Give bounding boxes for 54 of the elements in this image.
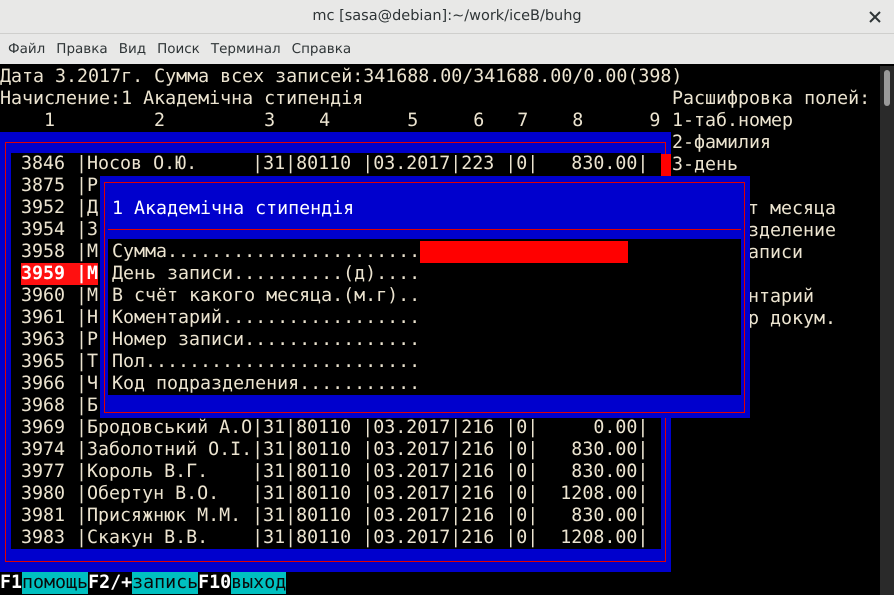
legend-line: нтарий: [748, 286, 814, 308]
scrollbar-thumb[interactable]: [884, 70, 890, 106]
menu-item[interactable]: Вид: [114, 38, 152, 60]
table-row[interactable]: 3959 |М: [21, 263, 98, 285]
dialog-title: 1 Академічна стипендія: [111, 198, 354, 220]
table-row[interactable]: 3875 |Р: [21, 175, 98, 197]
field-label: Номер записи................: [112, 329, 420, 351]
input-field[interactable]: [420, 241, 628, 263]
key-action[interactable]: помощь: [22, 572, 88, 594]
field-label: В счёт какого месяца.(м.г)..: [112, 285, 420, 307]
scrollbar-thumb[interactable]: [661, 154, 671, 176]
accrual-line: Начисление:1 Академічна стипендія: [0, 88, 364, 110]
table-row[interactable]: 3968 |Б: [21, 395, 98, 417]
legend-line: т месяца: [748, 198, 836, 220]
key-label: F1: [0, 572, 22, 594]
field-label: Сумма.......................: [112, 241, 420, 263]
menu-item[interactable]: Правка: [51, 38, 113, 60]
table-row[interactable]: 3954 |З: [21, 219, 98, 241]
key-action[interactable]: выход: [231, 572, 286, 594]
legend-line: Расшифровка полей:: [672, 88, 870, 110]
legend-line: зделение: [748, 220, 836, 242]
close-icon: [869, 11, 881, 23]
column-numbers: 1 2 3 4 5 6 7 8 9: [44, 110, 660, 132]
field-label: Пол.........................: [112, 351, 420, 373]
menu-item[interactable]: Справка: [286, 38, 356, 60]
field-label: День записи..........(д)....: [112, 263, 420, 285]
field-label: Коментарий..................: [112, 307, 420, 329]
table-row[interactable]: 3980 |Обертун В.О. |31|80110 |03.2017|216 |0| 1208.00|: [21, 483, 648, 505]
legend-line: 2-фамилия: [672, 132, 772, 154]
menu-item[interactable]: Терминал: [206, 38, 286, 60]
menu-item[interactable]: Поиск: [152, 38, 205, 60]
table-row[interactable]: 3981 |Присяжнюк М.М. |31|80110 |03.2017|216 |0| 830.00|: [21, 505, 648, 527]
summary-line: Дата 3.2017г. Сумма всех записей:341688.00/341688.00/0.00(398): [0, 66, 684, 88]
table-row[interactable]: 3966 |Ч: [21, 373, 98, 395]
legend-line: 1-таб.номер: [672, 110, 794, 132]
field-label: Код подразделения...........: [112, 373, 420, 395]
legend-line: аписи: [748, 242, 804, 264]
table-row[interactable]: 3977 |Король В.Г. |31|80110 |03.2017|216 |0| 830.00|: [21, 461, 648, 483]
menu-item[interactable]: Файл: [3, 38, 50, 60]
key-action[interactable]: запись: [132, 572, 198, 594]
key-label: F2/+: [88, 572, 132, 594]
table-row[interactable]: 3965 |Т: [21, 351, 98, 373]
table-row[interactable]: 3960 |М: [21, 285, 98, 307]
table-row[interactable]: 3983 |Скакун В.В. |31|80110 |03.2017|216 |0| 1208.00|: [21, 527, 648, 549]
table-row[interactable]: 3952 |Д: [21, 197, 98, 219]
window-title: mc [sasa@debian]:~/work/iceB/buhg: [312, 6, 582, 26]
table-row[interactable]: 3963 |Р: [21, 329, 98, 351]
table-row[interactable]: 3961 |Н: [21, 307, 98, 329]
table-row[interactable]: 3969 |Бродовський А.О|31|80110 |03.2017|216 |0| 0.00|: [21, 417, 648, 439]
table-row[interactable]: 3846 |Носов О.Ю. |31|80110 |03.2017|223 |0| 830.00|: [21, 153, 648, 175]
key-label: F10: [198, 572, 232, 594]
table-row[interactable]: 3974 |Заболотний О.І.|31|80110 |03.2017|216 |0| 830.00|: [21, 439, 648, 461]
legend-line: 3-день: [672, 154, 738, 176]
table-row[interactable]: 3958 |М: [21, 241, 98, 263]
